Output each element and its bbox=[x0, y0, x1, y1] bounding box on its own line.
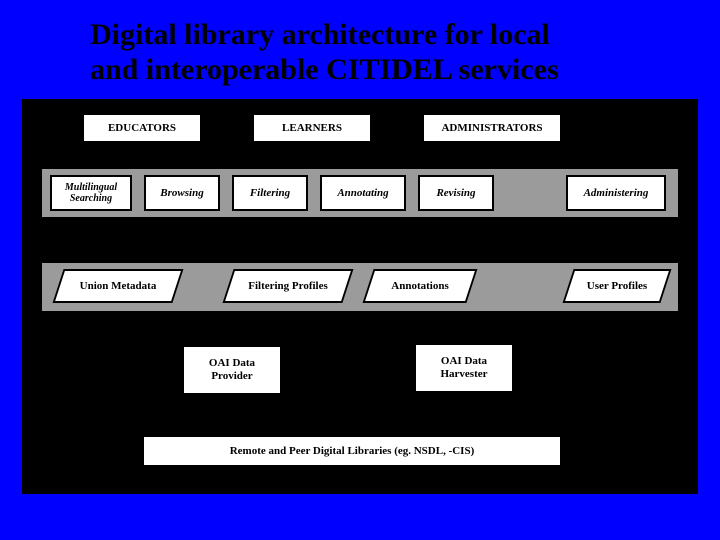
box-oai-data-provider: OAI Data Provider bbox=[182, 345, 282, 395]
box-oai-data-harvester: OAI Data Harvester bbox=[414, 343, 514, 393]
para-union-metadata: Union Metadata bbox=[58, 269, 178, 303]
para-annotations: Annotations bbox=[368, 269, 472, 303]
box-learners: LEARNERS bbox=[252, 113, 372, 143]
para-user-profiles: User Profiles bbox=[568, 269, 666, 303]
title-line-1: Digital library architecture for local bbox=[90, 18, 550, 51]
box-educators: EDUCATORS bbox=[82, 113, 202, 143]
box-browsing: Browsing bbox=[144, 175, 220, 211]
box-filtering: Filtering bbox=[232, 175, 308, 211]
box-multilingual-searching: Multilingual Searching bbox=[50, 175, 132, 211]
box-administrators: ADMINISTRATORS bbox=[422, 113, 562, 143]
box-annotating: Annotating bbox=[320, 175, 406, 211]
box-revising: Revising bbox=[418, 175, 494, 211]
title-line-2: and interoperable CITIDEL services bbox=[90, 53, 559, 86]
box-administering: Administering bbox=[566, 175, 666, 211]
slide-title: Digital library architecture for local a… bbox=[0, 0, 720, 99]
para-filtering-profiles: Filtering Profiles bbox=[228, 269, 348, 303]
box-remote-peer-libraries: Remote and Peer Digital Libraries (eg. N… bbox=[142, 435, 562, 467]
architecture-diagram: EDUCATORS LEARNERS ADMINISTRATORS Multil… bbox=[22, 99, 698, 494]
